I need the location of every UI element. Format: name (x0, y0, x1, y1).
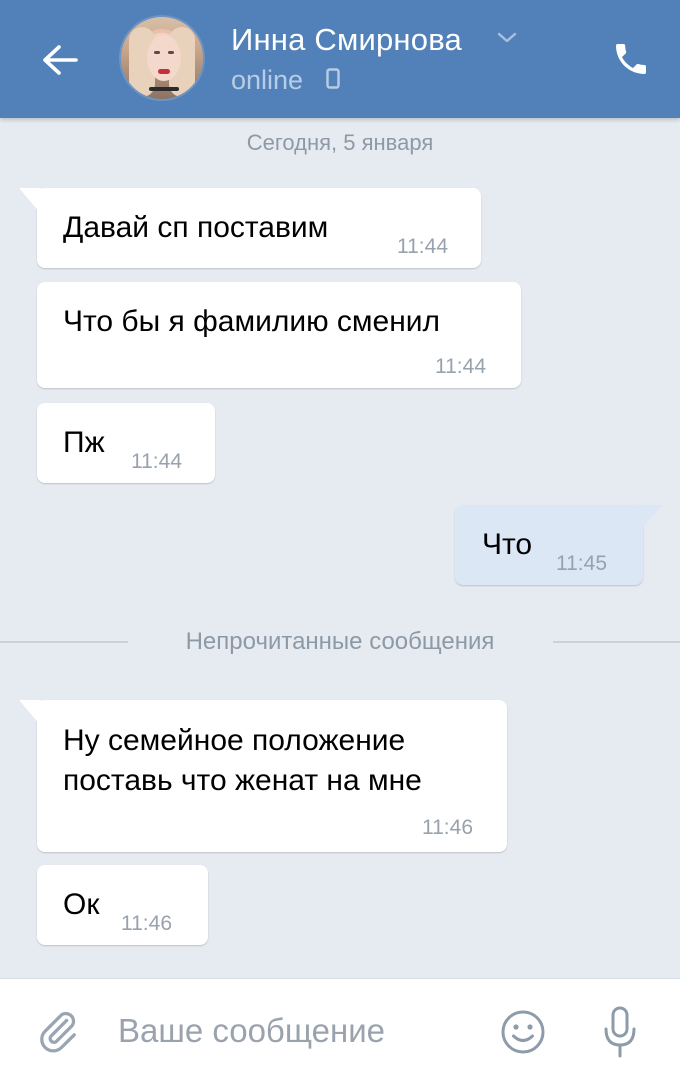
message-text: Что бы я фамилию сменил (63, 305, 441, 338)
chevron-down-icon[interactable] (496, 30, 518, 46)
voice-message-button[interactable] (594, 1003, 646, 1061)
bubble-tail (19, 700, 41, 726)
attach-button[interactable] (32, 1005, 84, 1057)
phone-icon (616, 44, 646, 74)
bubble-tail (639, 505, 663, 531)
chat-header: Инна Смирнова online (0, 0, 680, 118)
message-incoming[interactable]: Что бы я фамилию сменил 11:44 (37, 282, 521, 388)
contact-status: online (231, 65, 304, 95)
date-separator: Сегодня, 5 января (246, 130, 434, 155)
message-composer (0, 978, 680, 1080)
microphone-icon (604, 1006, 636, 1058)
message-incoming[interactable]: Ок 11:46 (37, 865, 208, 945)
message-incoming[interactable]: Ну семейное положение поставь что женат … (19, 700, 507, 852)
emoji-button[interactable] (496, 1005, 550, 1059)
back-button[interactable] (30, 36, 90, 84)
message-time: 11:46 (422, 816, 473, 839)
smiley-icon (501, 1010, 545, 1054)
message-time: 11:45 (556, 552, 607, 575)
message-incoming[interactable]: Давай сп поставим 11:44 (19, 188, 481, 268)
message-outgoing[interactable]: Что 11:45 (455, 505, 663, 585)
mobile-phone-icon (326, 68, 340, 89)
avatar[interactable] (119, 15, 205, 101)
message-text: Ну семейное положение поставь что женат … (63, 724, 422, 797)
message-time: 11:44 (435, 355, 486, 378)
message-text: Что (482, 528, 533, 561)
message-text: Ок (63, 888, 100, 921)
message-text: Пж (63, 426, 105, 459)
message-time: 11:44 (131, 450, 182, 473)
message-text: Давай сп поставим (63, 211, 329, 244)
arrow-left-icon (43, 45, 78, 75)
message-input[interactable] (118, 1007, 468, 1055)
call-button[interactable] (604, 34, 658, 84)
paperclip-icon (40, 1011, 76, 1053)
message-incoming[interactable]: Пж 11:44 (37, 403, 215, 483)
message-time: 11:44 (397, 235, 448, 258)
contact-name[interactable]: Инна Смирнова (231, 20, 462, 60)
bubble-tail (19, 188, 41, 214)
unread-separator: Непрочитанные сообщения (185, 628, 495, 655)
message-time: 11:46 (121, 912, 172, 935)
